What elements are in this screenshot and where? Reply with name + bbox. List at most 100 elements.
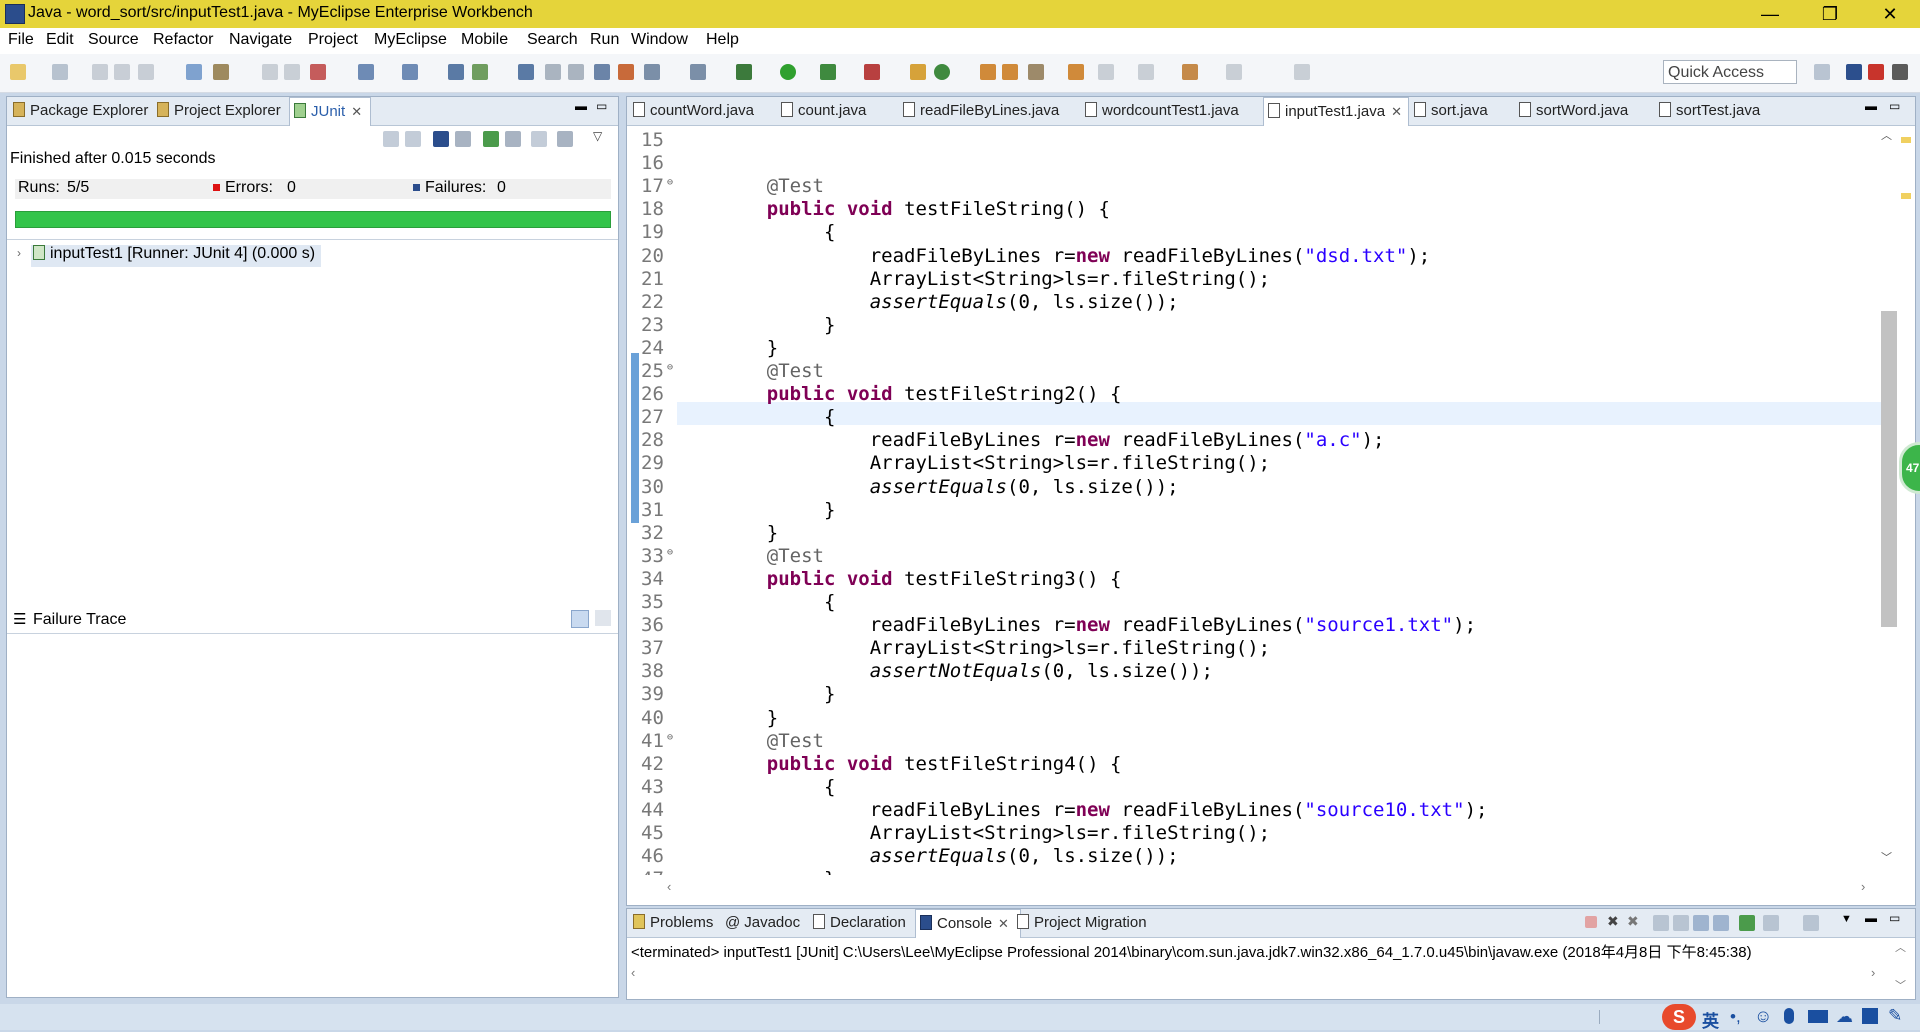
previous-failure-icon[interactable] [405, 131, 421, 147]
run-icon[interactable] [780, 64, 796, 80]
scroll-down-icon[interactable]: ﹀ [1895, 977, 1906, 993]
code-line[interactable]: assertEquals(0, ls.size()); [721, 476, 1179, 498]
word-wrap-icon[interactable] [1693, 915, 1709, 931]
code-line[interactable]: { [721, 776, 835, 798]
code-line[interactable]: public void testFileString() { [721, 198, 1110, 220]
code-line[interactable]: } [721, 314, 835, 336]
edit-icon[interactable] [545, 64, 561, 80]
code-line[interactable]: assertEquals(0, ls.size()); [721, 291, 1179, 313]
code-line[interactable]: ArrayList<String>ls=r.fileString(); [721, 637, 1270, 659]
close-icon[interactable]: ✕ [1391, 104, 1402, 119]
menu-source[interactable]: Source [88, 31, 139, 49]
menu-navigate[interactable]: Navigate [229, 31, 292, 49]
code-line[interactable]: } [721, 707, 778, 729]
view-menu-icon[interactable]: ▽ [593, 129, 602, 143]
code-line[interactable]: public void testFileString2() { [721, 383, 1122, 405]
fold-toggle-icon[interactable]: ⊖ [667, 547, 673, 558]
code-line[interactable]: { [721, 591, 835, 613]
code-line[interactable]: { [721, 221, 835, 243]
scroll-thumb[interactable] [1881, 311, 1897, 627]
tools-icon[interactable]: ✎ [1888, 1006, 1902, 1026]
display-console-icon[interactable] [1763, 915, 1779, 931]
tree-expand-icon[interactable]: › [17, 246, 21, 260]
horizontal-scrollbar[interactable]: ‹ › [667, 879, 1877, 897]
minimize-editor-icon[interactable]: ▬ [1865, 99, 1877, 113]
tab-javadoc[interactable]: @ Javadoc [721, 909, 809, 937]
deploy-icon[interactable] [310, 64, 326, 80]
code-line[interactable]: } [721, 868, 835, 875]
prev-annotation-icon[interactable] [1138, 64, 1154, 80]
tool-icon[interactable] [594, 64, 610, 80]
close-icon[interactable]: ✕ [351, 104, 362, 119]
scroll-right-icon[interactable]: › [1871, 965, 1875, 980]
pin-console-icon[interactable] [1739, 915, 1755, 931]
code-line[interactable]: ArrayList<String>ls=r.fileString(); [721, 822, 1270, 844]
tab-declaration[interactable]: Declaration [809, 909, 925, 937]
code-area[interactable]: 15 16 17 ⊖ @Test 18 public void testFileStri… [627, 127, 1887, 875]
print-icon[interactable] [138, 64, 154, 80]
code-line[interactable]: @Test [721, 730, 824, 752]
code-line[interactable]: readFileByLines r=new readFileByLines("d… [721, 245, 1431, 267]
failures-only-icon[interactable] [433, 131, 449, 147]
stop-icon[interactable] [531, 131, 547, 147]
compare-icon[interactable] [568, 64, 584, 80]
tab-sort-java[interactable]: sort.java [1410, 97, 1504, 125]
minimize-button[interactable]: — [1740, 0, 1800, 28]
search-icon[interactable] [1028, 64, 1044, 80]
code-line[interactable]: } [721, 337, 778, 359]
tab-sortword-java[interactable]: sortWord.java [1515, 97, 1643, 125]
clothes-icon[interactable] [1862, 1008, 1878, 1024]
tab-junit[interactable]: JUnit ✕ [289, 97, 371, 126]
code-line[interactable]: assertNotEquals(0, ls.size()); [721, 660, 1213, 682]
tab-project-explorer[interactable]: Project Explorer [153, 97, 293, 125]
keyboard-icon[interactable] [1808, 1010, 1828, 1023]
filter-stack-icon[interactable] [571, 610, 589, 628]
quick-access-input[interactable]: Quick Access [1663, 60, 1797, 84]
tab-countword-java[interactable]: countWord.java [629, 97, 779, 125]
open-console-icon[interactable] [1803, 915, 1819, 931]
scroll-up-icon[interactable]: ︿ [1895, 939, 1906, 955]
save-icon[interactable] [92, 64, 108, 80]
back-icon[interactable] [1182, 64, 1198, 80]
menu-search[interactable]: Search [527, 31, 578, 49]
tab-inputtest1-java[interactable]: inputTest1.java ✕ [1263, 97, 1409, 126]
maximize-editor-icon[interactable]: ▭ [1889, 99, 1900, 113]
fold-toggle-icon[interactable]: ⊖ [667, 177, 673, 188]
fold-toggle-icon[interactable]: ⊖ [667, 732, 673, 743]
scroll-left-icon[interactable]: ‹ [631, 965, 635, 980]
menu-edit[interactable]: Edit [46, 31, 74, 49]
open-task-icon[interactable] [1002, 64, 1018, 80]
menu-run[interactable]: Run [590, 31, 619, 49]
myeclipse-perspective-icon[interactable] [1846, 64, 1862, 80]
history-icon[interactable] [557, 131, 573, 147]
coverage-icon[interactable] [820, 64, 836, 80]
code-line[interactable]: { [721, 406, 835, 428]
undo-icon[interactable] [262, 64, 278, 80]
code-line[interactable]: readFileByLines r=new readFileByLines("a… [721, 429, 1385, 451]
menu-window[interactable]: Window [631, 31, 688, 49]
remove-launch-icon[interactable]: ✖ [1607, 913, 1619, 930]
close-icon[interactable]: ✕ [998, 916, 1009, 931]
new-project-icon[interactable] [52, 64, 68, 80]
tab-package-explorer[interactable]: Package Explorer [9, 97, 155, 125]
code-line[interactable]: ArrayList<String>ls=r.fileString(); [721, 452, 1270, 474]
new-package-icon[interactable] [934, 64, 950, 80]
emoji-icon[interactable]: ☺ [1754, 1006, 1772, 1027]
package-icon[interactable] [618, 64, 634, 80]
scroll-right-icon[interactable]: › [1861, 879, 1865, 894]
tab-wordcounttest1-java[interactable]: wordcountTest1.java [1081, 97, 1245, 125]
menu-help[interactable]: Help [706, 31, 739, 49]
code-line[interactable]: } [721, 499, 835, 521]
rerun-icon[interactable] [483, 131, 499, 147]
tab-problems[interactable]: Problems [629, 909, 721, 937]
code-line[interactable]: @Test [721, 175, 824, 197]
vertical-scrollbar[interactable]: ︿ ﹀ [1879, 117, 1899, 865]
punctuation-icon[interactable]: •, [1730, 1007, 1741, 1027]
tab-readfilebylines-java[interactable]: readFileByLines.java [899, 97, 1073, 125]
code-line[interactable]: readFileByLines r=new readFileByLines("s… [721, 799, 1488, 821]
code-line[interactable]: public void testFileString3() { [721, 568, 1122, 590]
minimize-console-icon[interactable]: ▬ [1865, 911, 1877, 925]
new-icon[interactable] [10, 64, 26, 80]
code-line[interactable]: } [721, 683, 835, 705]
scroll-left-icon[interactable]: ‹ [667, 879, 671, 894]
